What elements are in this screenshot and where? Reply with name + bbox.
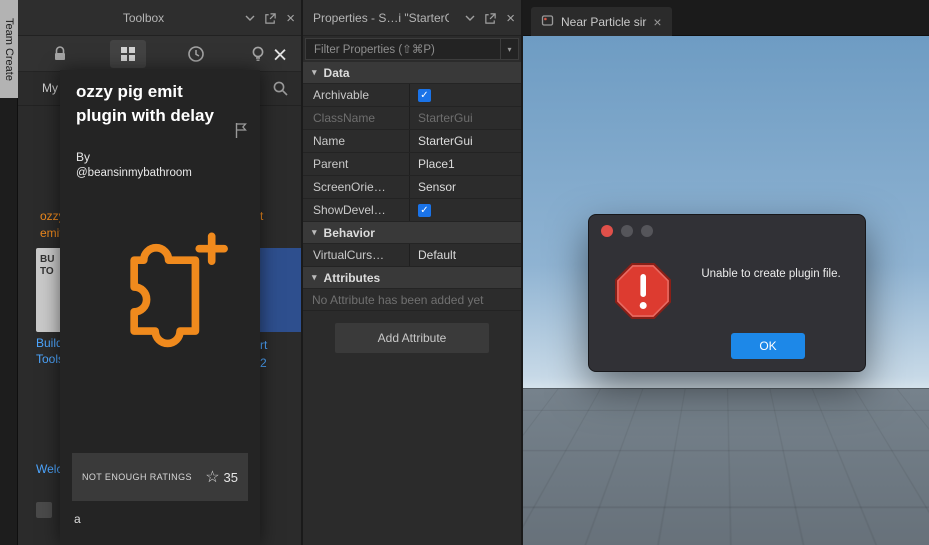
rating-bar: NOT ENOUGH RATINGS ☆ 35 [72,453,248,501]
plugin-by-label: By [76,150,91,164]
toolbox-panel: Toolbox × My ozzy emit t BU TO Building … [18,0,303,545]
popout-icon[interactable] [484,12,497,25]
checkbox-checked[interactable] [418,203,431,217]
error-stop-icon [615,263,671,322]
property-name: VirtualCurs… [303,244,410,266]
section-label: Behavior [323,225,375,240]
filter-dropdown-button[interactable]: ▾ [500,39,518,59]
tab-near-particle[interactable]: Near Particle sir × [531,7,672,36]
section-collapse-icon: ▾ [312,227,317,237]
toolbox-toolbar [18,36,301,72]
toolbox-title: Toolbox [122,11,165,25]
property-value[interactable] [410,199,521,221]
ok-button[interactable]: OK [731,333,805,359]
plugin-puzzle-icon [88,220,232,357]
chevron-down-icon[interactable] [245,14,255,22]
close-icon[interactable]: × [506,11,515,26]
clock-icon[interactable] [178,40,214,68]
viewport-tab-bar: Near Particle sir × [523,0,929,36]
property-row-showdevelopmentgui: ShowDevel… [303,199,521,222]
tab-close-icon[interactable]: × [653,15,661,29]
property-value[interactable]: Sensor [410,176,521,198]
star-icon: ☆ [205,469,220,486]
left-dock-strip: Team Create [0,0,18,545]
close-window-button[interactable] [601,225,613,237]
error-dialog: Unable to create plugin file. OK [588,214,866,372]
section-behavior[interactable]: ▾ Behavior [303,222,521,244]
property-value[interactable]: StarterGui [410,130,521,152]
toolbox-header-icons: × [245,0,295,36]
property-row-name: Name StarterGui [303,130,521,153]
property-name: Name [303,130,410,152]
flag-icon[interactable] [234,122,248,142]
properties-title: Properties - S…i "StarterGui" [313,11,449,25]
zoom-window-button[interactable] [641,225,653,237]
overlay-close-icon[interactable]: × [267,42,293,68]
property-value: StarterGui [418,111,473,125]
section-label: Data [323,65,350,80]
add-attribute-button[interactable]: Add Attribute [335,323,489,353]
result-fragment-right-top[interactable]: t [260,209,263,223]
grid-view-icon[interactable] [110,40,146,68]
team-create-label: Team Create [3,17,15,81]
section-collapse-icon: ▾ [312,67,317,77]
properties-panel: Properties - S…i "StarterGui" × Filter P… [303,0,523,545]
property-value[interactable] [410,84,521,106]
baseplate [523,388,929,545]
team-create-tab[interactable]: Team Create [0,0,18,98]
property-name: Archivable [303,84,410,106]
result-fragment-right-mid2[interactable]: 2 [260,356,267,370]
plugin-title: ozzy pig emit plugin with delay [76,82,214,125]
property-row-screenorientation: ScreenOrie… Sensor [303,176,521,199]
section-attributes[interactable]: ▾ Attributes [303,267,521,289]
window-controls [601,225,653,237]
tab-label: Near Particle sir [561,14,647,29]
property-row-parent: Parent Place1 [303,153,521,176]
toolbox-header: Toolbox × [18,0,301,36]
properties-header-icons: × [465,0,515,36]
property-name: ClassName [303,107,410,129]
search-icon[interactable] [272,80,289,100]
property-name: Parent [303,153,410,175]
minimize-window-button[interactable] [621,225,633,237]
checkbox-checked[interactable] [418,88,431,102]
property-name: ScreenOrie… [303,176,410,198]
property-row-archivable: Archivable [303,84,521,107]
plugin-detail-overlay: ozzy pig emit plugin with delay By @bean… [60,70,260,545]
add-attribute-row: Add Attribute [303,311,521,353]
viewport-area: Near Particle sir × Unable to create plu… [523,0,929,545]
result-fragment-right-mid1[interactable]: rt [260,338,267,352]
plugin-description-text: a [74,512,81,526]
section-data[interactable]: ▾ Data [303,62,521,84]
popout-icon[interactable] [264,12,277,25]
place-icon [541,14,554,30]
properties-header: Properties - S…i "StarterGui" × [303,0,521,36]
no-attribute-row: No Attribute has been added yet [303,289,521,311]
filter-placeholder: Filter Properties (⇧⌘P) [314,44,435,56]
roblox-studio-window: Team Create Toolbox × My ozzy emit t BU … [0,0,929,545]
property-name: ShowDevel… [303,199,410,221]
lock-icon[interactable] [42,40,78,68]
filter-properties-input[interactable]: Filter Properties (⇧⌘P) ▾ [305,38,519,60]
plugin-author[interactable]: @beansinmybathroom [76,167,192,179]
section-collapse-icon: ▾ [312,272,317,282]
rating-count: 35 [223,469,238,485]
close-icon[interactable]: × [286,11,295,26]
section-label: Attributes [323,270,381,285]
error-message: Unable to create plugin file. [701,268,841,280]
property-value[interactable]: Place1 [410,153,521,175]
property-row-classname: ClassName StarterGui [303,107,521,130]
search-input[interactable]: My [42,81,58,95]
chevron-down-icon[interactable] [465,14,475,22]
property-row-virtualcursormode: VirtualCurs… Default [303,244,521,267]
rating-label: NOT ENOUGH RATINGS [82,472,192,482]
result-mini-thumbnail[interactable] [36,502,52,518]
3d-viewport[interactable]: Unable to create plugin file. OK [523,36,929,545]
property-value[interactable]: Default [410,244,521,266]
